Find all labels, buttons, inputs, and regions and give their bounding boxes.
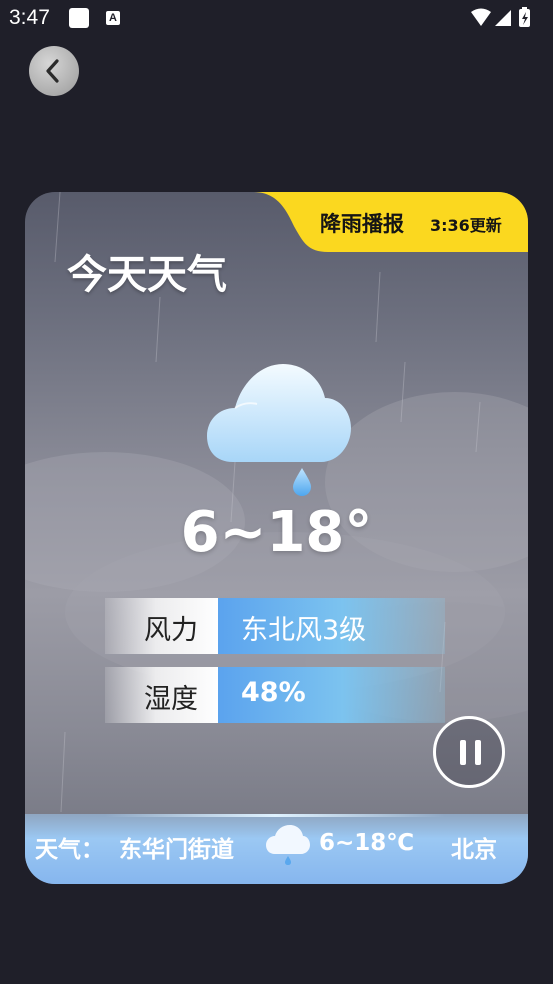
status-right-icons — [469, 6, 539, 34]
chevron-left-icon — [46, 59, 59, 83]
wind-value: 东北风3级 — [241, 615, 367, 646]
update-time: 3:36更新 — [430, 216, 502, 235]
wind-value-box: 东北风3级 — [218, 598, 445, 654]
back-button[interactable] — [29, 46, 79, 96]
humidity-label: 湿度 — [144, 684, 198, 715]
font-a-icon: A — [106, 11, 120, 25]
wind-label-box: 风力 — [105, 598, 218, 654]
ticker-prefix: 天气： — [35, 837, 104, 863]
battery-charging-icon — [519, 7, 530, 27]
wind-label: 风力 — [144, 615, 198, 646]
temperature-range: 6~18° — [180, 500, 373, 565]
wifi-icon — [471, 8, 491, 26]
ticker-glow — [105, 814, 445, 817]
humidity-row: 湿度 48% — [105, 667, 445, 723]
ticker-next-city: 北京 — [451, 837, 497, 863]
humidity-value-box: 48% — [218, 667, 445, 723]
app-square-icon — [69, 8, 89, 28]
status-time: 3:47 — [9, 6, 50, 29]
ticker-location: 东华门街道 — [119, 837, 234, 863]
rain-report-label: 降雨播报 — [320, 212, 404, 236]
humidity-label-box: 湿度 — [105, 667, 218, 723]
cloud-rain-icon — [266, 825, 310, 865]
ticker-temperature: 6~18℃ — [319, 830, 415, 856]
cloud-rain-drop-icon — [207, 364, 351, 496]
wind-row: 风力 东北风3级 — [105, 598, 445, 654]
signal-icon — [495, 10, 511, 26]
weather-card: 今天天气 降雨播报 3:36更新 6~18° 风力 东北风3级 湿度 48% 天… — [25, 192, 528, 884]
card-title: 今天天气 — [67, 252, 227, 298]
weather-ticker: 天气： 东华门街道 6~18℃ 北京 — [25, 814, 528, 884]
humidity-value: 48% — [241, 677, 306, 708]
pause-button[interactable] — [433, 716, 505, 788]
status-bar: 3:47 A — [0, 0, 553, 38]
